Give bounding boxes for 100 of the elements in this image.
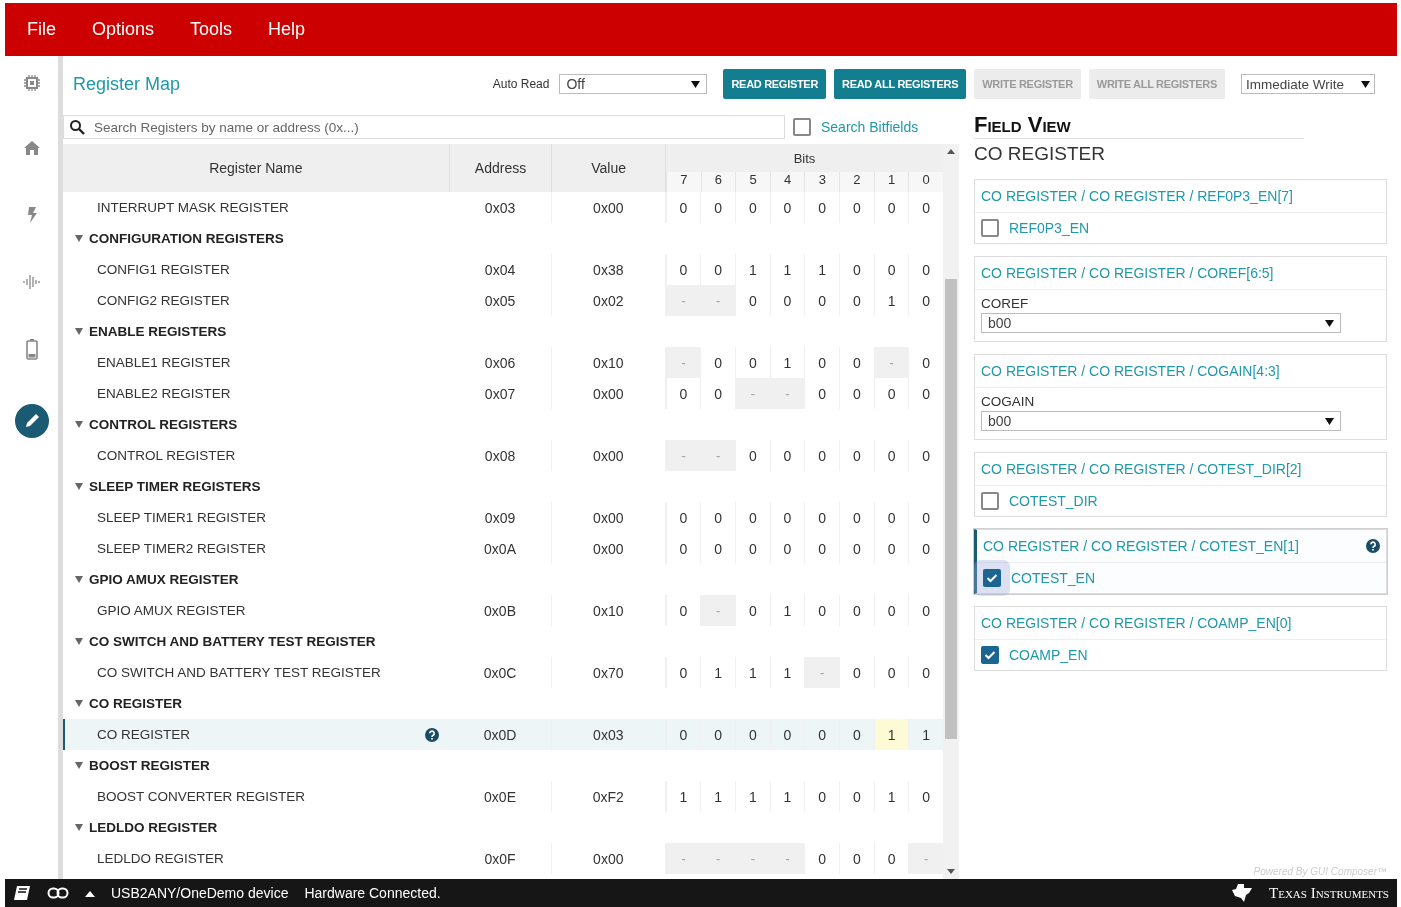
bit-cell[interactable]: 0 bbox=[700, 192, 735, 223]
bit-cell[interactable]: 0 bbox=[700, 347, 735, 378]
bit-cell[interactable]: 0 bbox=[769, 533, 805, 564]
bit-cell[interactable]: 0 bbox=[769, 440, 805, 471]
expand-caret-icon[interactable] bbox=[75, 576, 83, 583]
bit-cell[interactable]: 1 bbox=[769, 781, 805, 812]
bit-cell[interactable]: 0 bbox=[839, 502, 874, 533]
register-row[interactable]: BOOST CONVERTER REGISTER 0x0E 0xF2 1 1 1 1 0 0 1 0 bbox=[63, 781, 943, 812]
bit-cell[interactable]: 0 bbox=[804, 192, 839, 223]
bit-cell[interactable]: 1 bbox=[735, 781, 770, 812]
checkbox[interactable] bbox=[981, 492, 999, 510]
register-row[interactable]: ENABLE1 REGISTER 0x06 0x10 - 0 0 1 0 0 - 0 bbox=[63, 347, 943, 378]
expand-caret-icon[interactable] bbox=[75, 328, 83, 335]
bit-cell[interactable]: 0 bbox=[839, 347, 874, 378]
field-card[interactable]: CO REGISTER / CO REGISTER / COGAIN[4:3] COGAIN b00 bbox=[974, 354, 1387, 440]
search-field[interactable]: Search Registers by name or address (0x...) bbox=[63, 115, 785, 139]
register-row[interactable]: SLEEP TIMER1 REGISTER 0x09 0x00 0 0 0 0 0 0 0 0 bbox=[63, 502, 943, 533]
checkbox[interactable] bbox=[793, 118, 811, 136]
bit-cell[interactable]: 0 bbox=[873, 502, 909, 533]
group-name[interactable]: GPIO AMUX REGISTER bbox=[89, 572, 239, 587]
menu-item[interactable]: Options bbox=[92, 19, 155, 40]
bit-cell[interactable]: 0 bbox=[839, 657, 874, 688]
expand-caret-icon[interactable] bbox=[75, 762, 83, 769]
menu-item[interactable]: File bbox=[27, 19, 56, 40]
group-name[interactable]: CO REGISTER bbox=[89, 696, 182, 711]
bit-cell[interactable]: 1 bbox=[769, 254, 805, 285]
bit-cell[interactable]: 0 bbox=[804, 719, 839, 750]
bit-cell[interactable]: 0 bbox=[665, 192, 701, 223]
register-row[interactable]: CO SWITCH AND BATTERY TEST REGISTER 0x0C 0x70 0 1 1 1 - 0 0 0 bbox=[63, 657, 943, 688]
register-row[interactable]: CO REGISTER 0x0D 0x03 0 0 0 0 0 0 1 1 bbox=[63, 719, 943, 750]
register-row[interactable]: INTERRUPT MASK REGISTER 0x03 0x00 0 0 0 0 0 0 0 0 bbox=[63, 192, 943, 223]
bit-cell[interactable]: 0 bbox=[735, 192, 770, 223]
bit-cell[interactable]: 1 bbox=[873, 285, 909, 316]
register-row[interactable]: ENABLE2 REGISTER 0x07 0x00 0 0 - - 0 0 0 0 bbox=[63, 378, 943, 409]
group-name[interactable]: ENABLE REGISTERS bbox=[89, 324, 227, 339]
bit-cell[interactable]: 0 bbox=[735, 285, 770, 316]
group-name[interactable]: SLEEP TIMER REGISTERS bbox=[89, 479, 261, 494]
bit-cell[interactable]: 0 bbox=[804, 440, 839, 471]
field-dropdown[interactable]: b00 bbox=[981, 411, 1341, 431]
write-mode-dropdown[interactable]: Immediate Write bbox=[1241, 74, 1375, 94]
group-name[interactable]: CONFIGURATION REGISTERS bbox=[89, 231, 284, 246]
group-name[interactable]: CONTROL REGISTERS bbox=[89, 417, 238, 432]
bit-cell[interactable]: 0 bbox=[839, 285, 874, 316]
group-name[interactable]: LEDLDO REGISTER bbox=[89, 820, 218, 835]
auto-read-dropdown[interactable]: Off bbox=[559, 74, 708, 94]
bit-cell[interactable]: 1 bbox=[665, 781, 701, 812]
bit-cell[interactable]: 0 bbox=[873, 440, 909, 471]
bit-cell[interactable]: 0 bbox=[873, 657, 909, 688]
help-icon[interactable] bbox=[425, 727, 440, 742]
bit-cell[interactable]: 0 bbox=[769, 285, 805, 316]
caret-icon[interactable] bbox=[85, 889, 95, 897]
bit-cell[interactable]: 0 bbox=[665, 378, 701, 409]
register-button[interactable]: READ ALL REGISTERS bbox=[834, 69, 967, 99]
bit-cell[interactable]: 0 bbox=[804, 781, 839, 812]
scrollbar[interactable] bbox=[943, 144, 959, 879]
expand-caret-icon[interactable] bbox=[75, 483, 83, 490]
bit-cell[interactable]: 0 bbox=[735, 533, 770, 564]
bit-cell[interactable]: 0 bbox=[769, 502, 805, 533]
bit-cell[interactable]: 1 bbox=[700, 657, 735, 688]
bit-cell[interactable]: 0 bbox=[839, 843, 874, 874]
expand-caret-icon[interactable] bbox=[75, 638, 83, 645]
register-row[interactable]: SLEEP TIMER2 REGISTER 0x0A 0x00 0 0 0 0 0 0 0 0 bbox=[63, 533, 943, 564]
expand-caret-icon[interactable] bbox=[75, 235, 83, 242]
bit-cell[interactable]: 0 bbox=[769, 192, 805, 223]
bit-cell[interactable]: 0 bbox=[735, 595, 770, 626]
bit-cell[interactable]: 0 bbox=[804, 595, 839, 626]
bit-cell[interactable]: 0 bbox=[769, 719, 805, 750]
bit-cell[interactable]: 0 bbox=[665, 533, 701, 564]
book-icon[interactable] bbox=[13, 885, 31, 901]
bit-cell[interactable]: 1 bbox=[804, 254, 839, 285]
bit-cell[interactable]: 0 bbox=[700, 502, 735, 533]
bit-cell[interactable]: 0 bbox=[804, 285, 839, 316]
menu-item[interactable]: Tools bbox=[190, 19, 233, 40]
bit-cell[interactable]: 1 bbox=[769, 595, 805, 626]
field-card[interactable]: CO REGISTER / CO REGISTER / COTEST_DIR[2] COTEST_DIR bbox=[974, 452, 1387, 517]
bit-cell[interactable]: 0 bbox=[804, 347, 839, 378]
help-icon[interactable] bbox=[1366, 539, 1380, 553]
scroll-down-icon[interactable] bbox=[947, 869, 955, 874]
expand-caret-icon[interactable] bbox=[75, 824, 83, 831]
register-row[interactable]: GPIO AMUX REGISTER 0x0B 0x10 0 - 0 1 0 0 0 0 bbox=[63, 595, 943, 626]
bit-cell[interactable]: 0 bbox=[804, 378, 839, 409]
bit-cell[interactable]: 0 bbox=[839, 378, 874, 409]
bit-cell[interactable]: 0 bbox=[735, 502, 770, 533]
checkbox[interactable] bbox=[981, 219, 999, 237]
bit-cell[interactable]: 0 bbox=[873, 595, 909, 626]
bit-cell[interactable]: 0 bbox=[873, 378, 909, 409]
menu-item[interactable]: Help bbox=[268, 19, 306, 40]
link-icon[interactable] bbox=[47, 887, 69, 899]
bit-cell[interactable]: 0 bbox=[735, 440, 770, 471]
bit-cell[interactable]: 0 bbox=[735, 719, 770, 750]
bit-cell[interactable]: 0 bbox=[700, 719, 735, 750]
register-button[interactable]: READ REGISTER bbox=[723, 69, 827, 99]
bit-cell[interactable]: 0 bbox=[839, 781, 874, 812]
bit-cell[interactable]: 0 bbox=[665, 719, 701, 750]
bit-cell[interactable]: 0 bbox=[873, 192, 909, 223]
bit-cell[interactable]: 0 bbox=[839, 719, 874, 750]
bit-cell[interactable]: 0 bbox=[700, 533, 735, 564]
bit-cell[interactable]: 1 bbox=[735, 657, 770, 688]
bit-cell[interactable]: 1 bbox=[873, 781, 909, 812]
field-card[interactable]: CO REGISTER / CO REGISTER / COAMP_EN[0] COAMP_EN bbox=[974, 606, 1387, 671]
